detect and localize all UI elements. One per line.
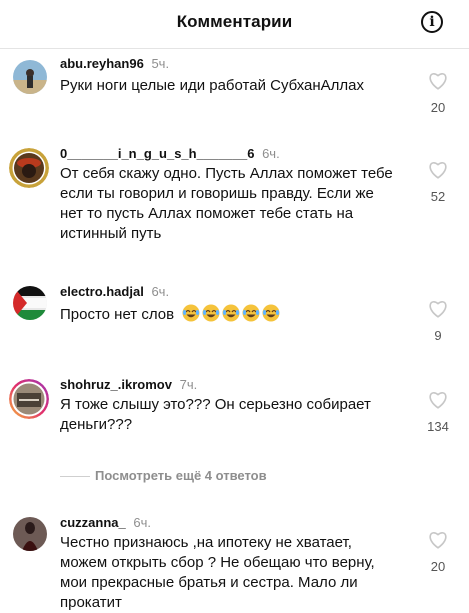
top-bar: Комментарии i bbox=[0, 0, 469, 49]
comment-username[interactable]: shohruz_.ikromov bbox=[60, 377, 172, 392]
like-control[interactable]: 20 bbox=[424, 531, 452, 574]
like-count: 20 bbox=[430, 559, 446, 574]
like-control[interactable]: 9 bbox=[424, 300, 452, 343]
like-count: 134 bbox=[427, 419, 449, 434]
like-count: 9 bbox=[434, 328, 442, 343]
comment-time: 5ч. bbox=[151, 56, 170, 71]
comment-username[interactable]: abu.reyhan96 bbox=[60, 56, 144, 71]
like-control[interactable]: 20 bbox=[424, 72, 452, 115]
heart-icon[interactable] bbox=[428, 391, 448, 409]
heart-icon[interactable] bbox=[428, 72, 448, 90]
heart-icon[interactable] bbox=[428, 161, 448, 179]
comment-time: 6ч. bbox=[133, 515, 151, 530]
heart-icon[interactable] bbox=[428, 300, 448, 318]
replies-divider bbox=[60, 476, 90, 477]
like-control[interactable]: 134 bbox=[424, 391, 452, 434]
comment-text: Руки ноги целые иди работай СубханАллах bbox=[60, 77, 365, 94]
comment-meta: abu.reyhan96 5ч. bbox=[60, 56, 169, 71]
comment-username[interactable]: cuzzanna_ bbox=[60, 515, 126, 530]
laughing-emoji-icons bbox=[180, 304, 281, 323]
like-control[interactable]: 52 bbox=[424, 161, 452, 204]
like-count: 52 bbox=[430, 189, 446, 204]
comment-time: 7ч. bbox=[179, 377, 198, 392]
comment-meta: electro.hadjal 6ч. bbox=[60, 284, 169, 299]
comment-text: Я тоже слышу это??? Он серьезно собирает… bbox=[60, 396, 371, 433]
comment-time: 6ч. bbox=[151, 284, 170, 299]
avatar[interactable] bbox=[13, 286, 47, 320]
comment-text-content: Просто нет слов bbox=[60, 306, 175, 323]
comment-text: Просто нет слов bbox=[60, 304, 400, 325]
comment-username[interactable]: electro.hadjal bbox=[60, 284, 144, 299]
comment-username[interactable]: 0_______i_n_g_u_s_h_______6 bbox=[60, 146, 254, 161]
comment-text: От себя скажу одно. Пусть Аллах поможет … bbox=[60, 165, 393, 242]
avatar[interactable] bbox=[13, 517, 47, 551]
comment-text: Честно признаюсь ,на ипотеку не хватает,… bbox=[60, 534, 375, 611]
comment-meta: 0_______i_n_g_u_s_h_______6 6ч. bbox=[60, 146, 280, 161]
like-count: 20 bbox=[430, 100, 446, 115]
avatar[interactable] bbox=[13, 60, 47, 94]
avatar[interactable] bbox=[9, 379, 49, 419]
page-title: Комментарии bbox=[176, 12, 293, 31]
comment-time: 6ч. bbox=[262, 146, 280, 161]
comment-meta: shohruz_.ikromov 7ч. bbox=[60, 377, 197, 392]
comment-meta: cuzzanna_ 6ч. bbox=[60, 515, 151, 530]
avatar[interactable] bbox=[9, 148, 49, 188]
info-icon[interactable]: i bbox=[421, 11, 443, 33]
view-more-replies-button[interactable]: Посмотреть ещё 4 ответов bbox=[95, 468, 267, 483]
heart-icon[interactable] bbox=[428, 531, 448, 549]
